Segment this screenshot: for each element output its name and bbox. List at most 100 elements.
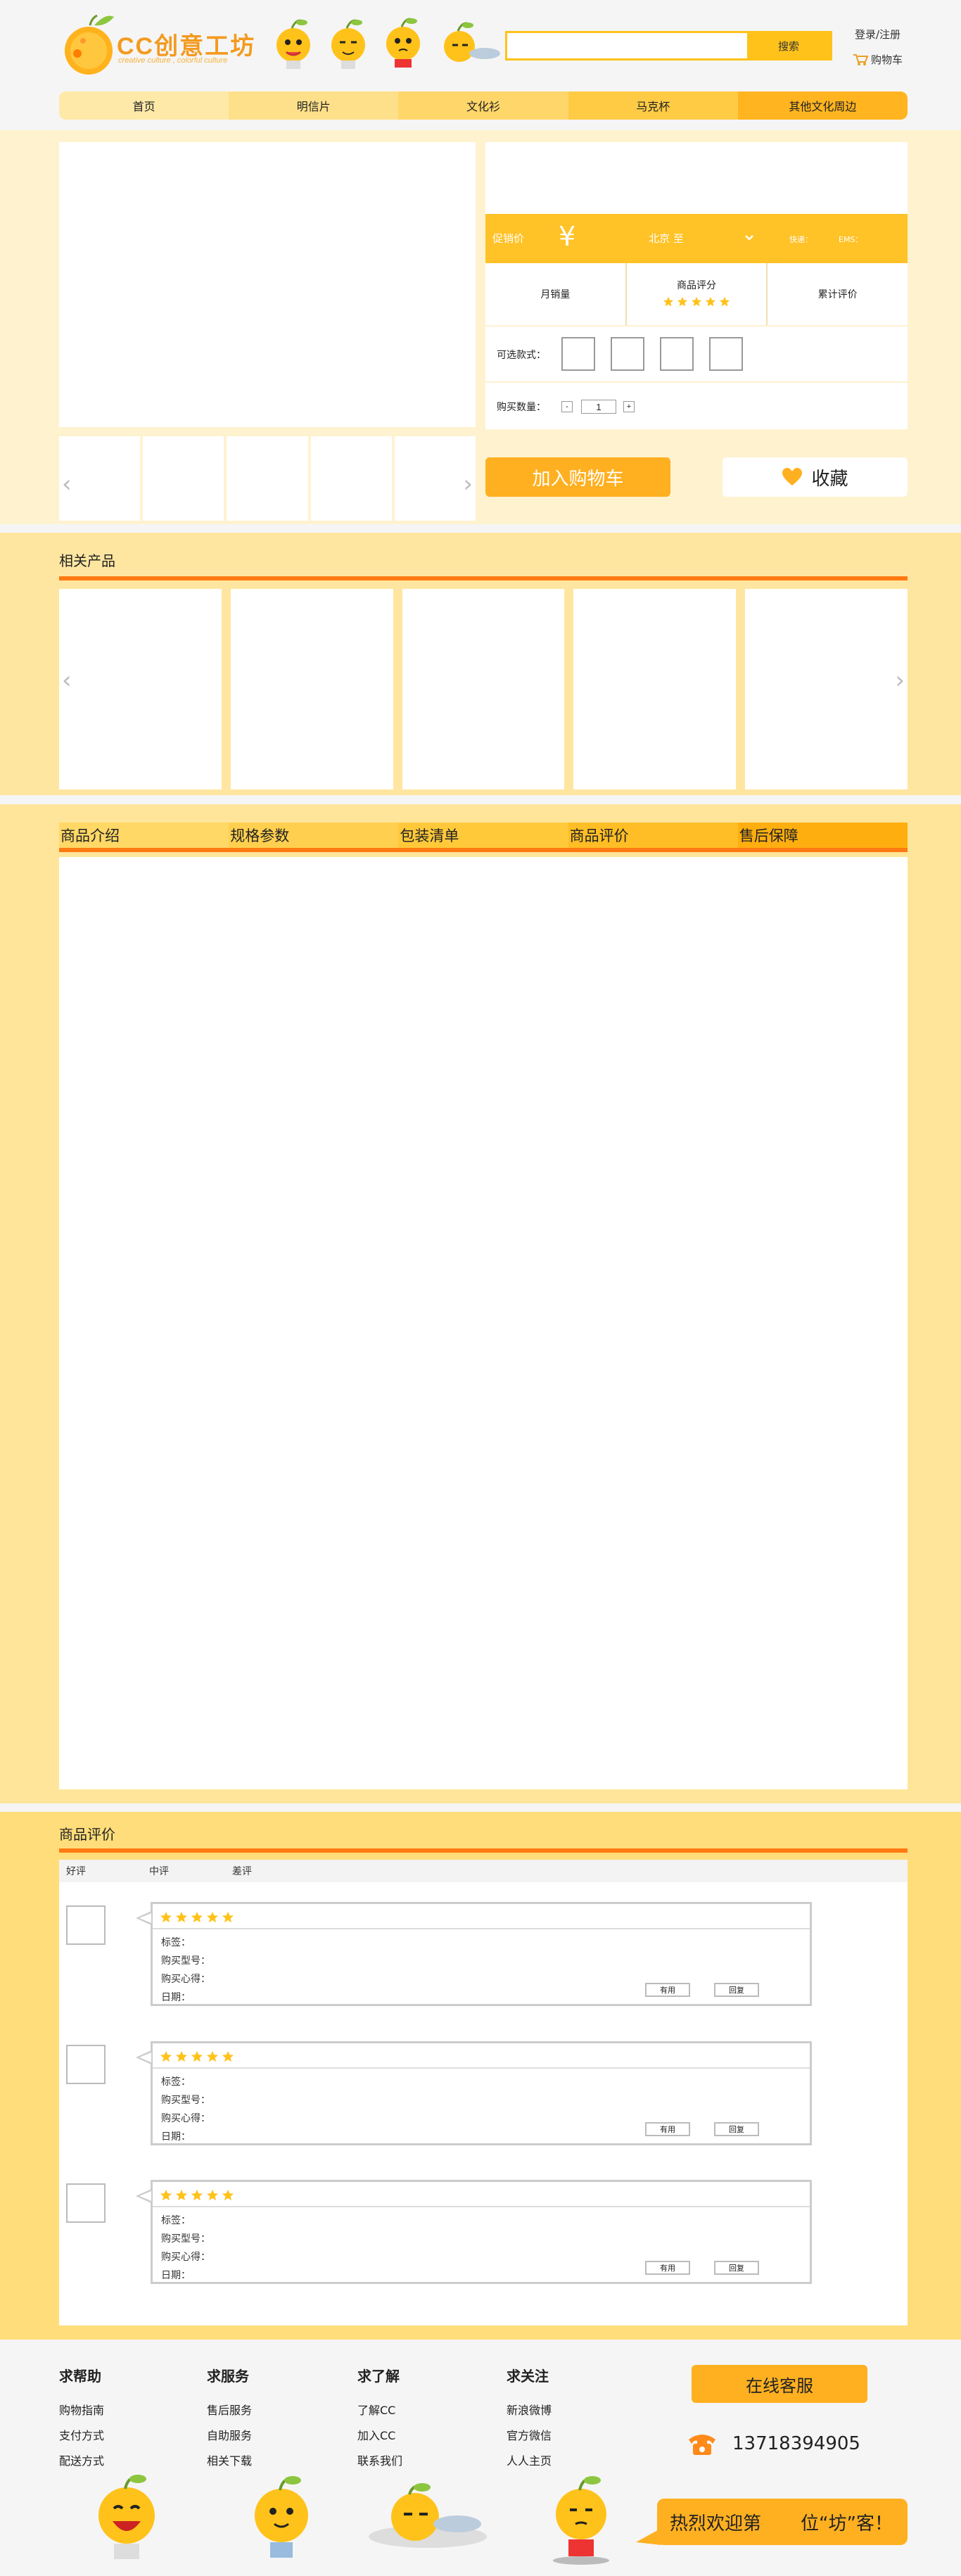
related-item[interactable]	[230, 589, 393, 789]
logo[interactable]: CC创意工坊 creative culture , colorful cultu…	[62, 10, 259, 77]
reply-button[interactable]: 回复	[714, 2122, 759, 2136]
star-icon	[222, 2050, 234, 2062]
thumbnail-next-icon[interactable]: ›	[463, 470, 473, 498]
qty-plus-button[interactable]: +	[623, 401, 635, 412]
related-item[interactable]	[573, 589, 737, 789]
footer-col-about: 求了解 了解CC 加入CC 联系我们	[357, 2365, 402, 2474]
ship-from[interactable]: 北京 至	[649, 231, 684, 246]
tab-good-reviews[interactable]: 好评	[59, 1864, 142, 1878]
footer-link[interactable]: 购物指南	[59, 2398, 104, 2423]
qty-label: 购买数量：	[497, 402, 546, 413]
useful-button[interactable]: 有用	[645, 1983, 690, 1997]
related-item[interactable]: ‹	[59, 589, 222, 789]
avatar[interactable]	[66, 1905, 106, 1945]
reply-button[interactable]: 回复	[714, 1983, 759, 1997]
main-nav: 首页 明信片 文化衫 马克杯 其他文化周边	[59, 91, 908, 120]
thumbnail[interactable]	[143, 436, 224, 521]
add-to-cart-button[interactable]: 加入购物车	[485, 457, 670, 497]
tab-reviews[interactable]: 商品评价	[568, 823, 738, 848]
footer-link[interactable]: 售后服务	[207, 2398, 252, 2423]
welcome-text-b: 位“坊”客！	[801, 2513, 893, 2534]
style-options: 可选款式：	[485, 326, 908, 381]
rating-label: 商品评分	[677, 280, 716, 291]
cart-link[interactable]: 购物车	[853, 52, 903, 67]
star-icon	[175, 2050, 188, 2062]
tab-intro[interactable]: 商品介绍	[59, 823, 229, 848]
welcome-banner: 热烈欢迎第 位“坊”客！	[657, 2499, 908, 2545]
total-reviews-label: 累计评价	[817, 289, 858, 300]
detail-tabs: 商品介绍 规格参数 包装清单 商品评价 售后保障	[59, 823, 908, 852]
tab-package[interactable]: 包装清单	[398, 823, 568, 848]
footer-link[interactable]: 配送方式	[59, 2449, 104, 2474]
quantity-row: 购买数量： - 1 +	[485, 383, 908, 429]
thumbnail[interactable]	[310, 436, 392, 521]
style-option[interactable]	[611, 337, 644, 371]
style-option[interactable]	[660, 337, 694, 371]
footer-link[interactable]: 自助服务	[207, 2423, 252, 2449]
review-stars	[160, 1908, 234, 1927]
chevron-down-icon[interactable]	[744, 234, 754, 242]
thumbnail[interactable]: ‹	[59, 436, 141, 521]
nav-item-mugs[interactable]: 马克杯	[568, 91, 738, 120]
avatar[interactable]	[66, 2045, 106, 2084]
reply-button[interactable]: 回复	[714, 2261, 759, 2275]
tab-neutral-reviews[interactable]: 中评	[142, 1864, 225, 1878]
page: CC创意工坊 creative culture , colorful cultu…	[0, 0, 961, 2576]
style-option[interactable]	[709, 337, 743, 371]
detail-section: 商品介绍 规格参数 包装清单 商品评价 售后保障	[0, 804, 961, 1803]
phone-icon	[689, 2435, 715, 2455]
monthly-sales-label: 月销量	[540, 289, 571, 300]
related-next-icon[interactable]: ›	[895, 666, 905, 694]
footer-link[interactable]: 新浪微博	[507, 2398, 552, 2423]
online-service-button[interactable]: 在线客服	[692, 2365, 867, 2403]
useful-button[interactable]: 有用	[645, 2261, 690, 2275]
cart-label: 购物车	[871, 53, 903, 66]
favorite-button[interactable]: 收藏	[723, 457, 908, 497]
review-fields: 标签： 购买型号： 购买心得： 日期：	[161, 2073, 210, 2146]
review-filter-tabs: 好评 中评 差评	[59, 1860, 908, 1882]
footer-link[interactable]: 官方微信	[507, 2423, 552, 2449]
search-button[interactable]: 搜索	[747, 33, 830, 58]
nav-item-home[interactable]: 首页	[59, 91, 229, 120]
thumbnail[interactable]: ›	[394, 436, 476, 521]
related-item[interactable]	[402, 589, 565, 789]
footer-link[interactable]: 人人主页	[507, 2449, 552, 2474]
related-list: ‹ ›	[59, 589, 908, 789]
footer-link[interactable]: 相关下载	[207, 2449, 252, 2474]
search-input[interactable]	[507, 33, 746, 58]
quantity-stepper[interactable]: 1	[581, 400, 616, 414]
star-icon	[222, 2189, 234, 2201]
tab-bad-reviews[interactable]: 差评	[225, 1864, 308, 1878]
thumbnail-prev-icon[interactable]: ‹	[62, 470, 72, 498]
star-icon	[191, 2050, 203, 2062]
useful-button[interactable]: 有用	[645, 2122, 690, 2136]
phone-contact: 13718394905	[686, 2430, 860, 2458]
login-register-link[interactable]: 登录/注册	[855, 27, 900, 42]
product-info: 促销价 ¥ 北京 至 快递： EMS： 月销量 商品评分 累计评价 可选款式：	[485, 142, 908, 438]
footer-link[interactable]: 了解CC	[357, 2398, 402, 2423]
qty-minus-button[interactable]: -	[561, 401, 573, 412]
review-stars	[160, 2048, 234, 2066]
thumbnail[interactable]	[227, 436, 308, 521]
footer-link[interactable]: 联系我们	[357, 2449, 402, 2474]
related-item[interactable]: ›	[745, 589, 908, 789]
nav-item-other[interactable]: 其他文化周边	[737, 91, 908, 120]
avatar[interactable]	[66, 2183, 106, 2223]
product-rating: 商品评分	[627, 263, 768, 325]
product-main-image[interactable]	[59, 142, 476, 427]
price-bar: 促销价 ¥ 北京 至 快递： EMS：	[485, 214, 908, 263]
total-reviews[interactable]: 累计评价	[768, 263, 908, 325]
orange-logo-icon	[65, 14, 114, 75]
footer-col-title: 求关注	[507, 2368, 549, 2385]
nav-item-postcards[interactable]: 明信片	[229, 91, 399, 120]
bubble-arrow-inner	[139, 1913, 151, 1923]
footer-link[interactable]: 支付方式	[59, 2423, 104, 2449]
tab-aftersales[interactable]: 售后保障	[737, 823, 908, 848]
tab-specs[interactable]: 规格参数	[229, 823, 399, 848]
style-option[interactable]	[561, 337, 595, 371]
tab-label: 规格参数	[230, 827, 290, 844]
review-fields: 标签： 购买型号： 购买心得： 日期：	[161, 1934, 210, 2007]
footer-link[interactable]: 加入CC	[357, 2423, 402, 2449]
related-prev-icon[interactable]: ‹	[62, 666, 72, 694]
nav-item-tshirts[interactable]: 文化衫	[398, 91, 568, 120]
